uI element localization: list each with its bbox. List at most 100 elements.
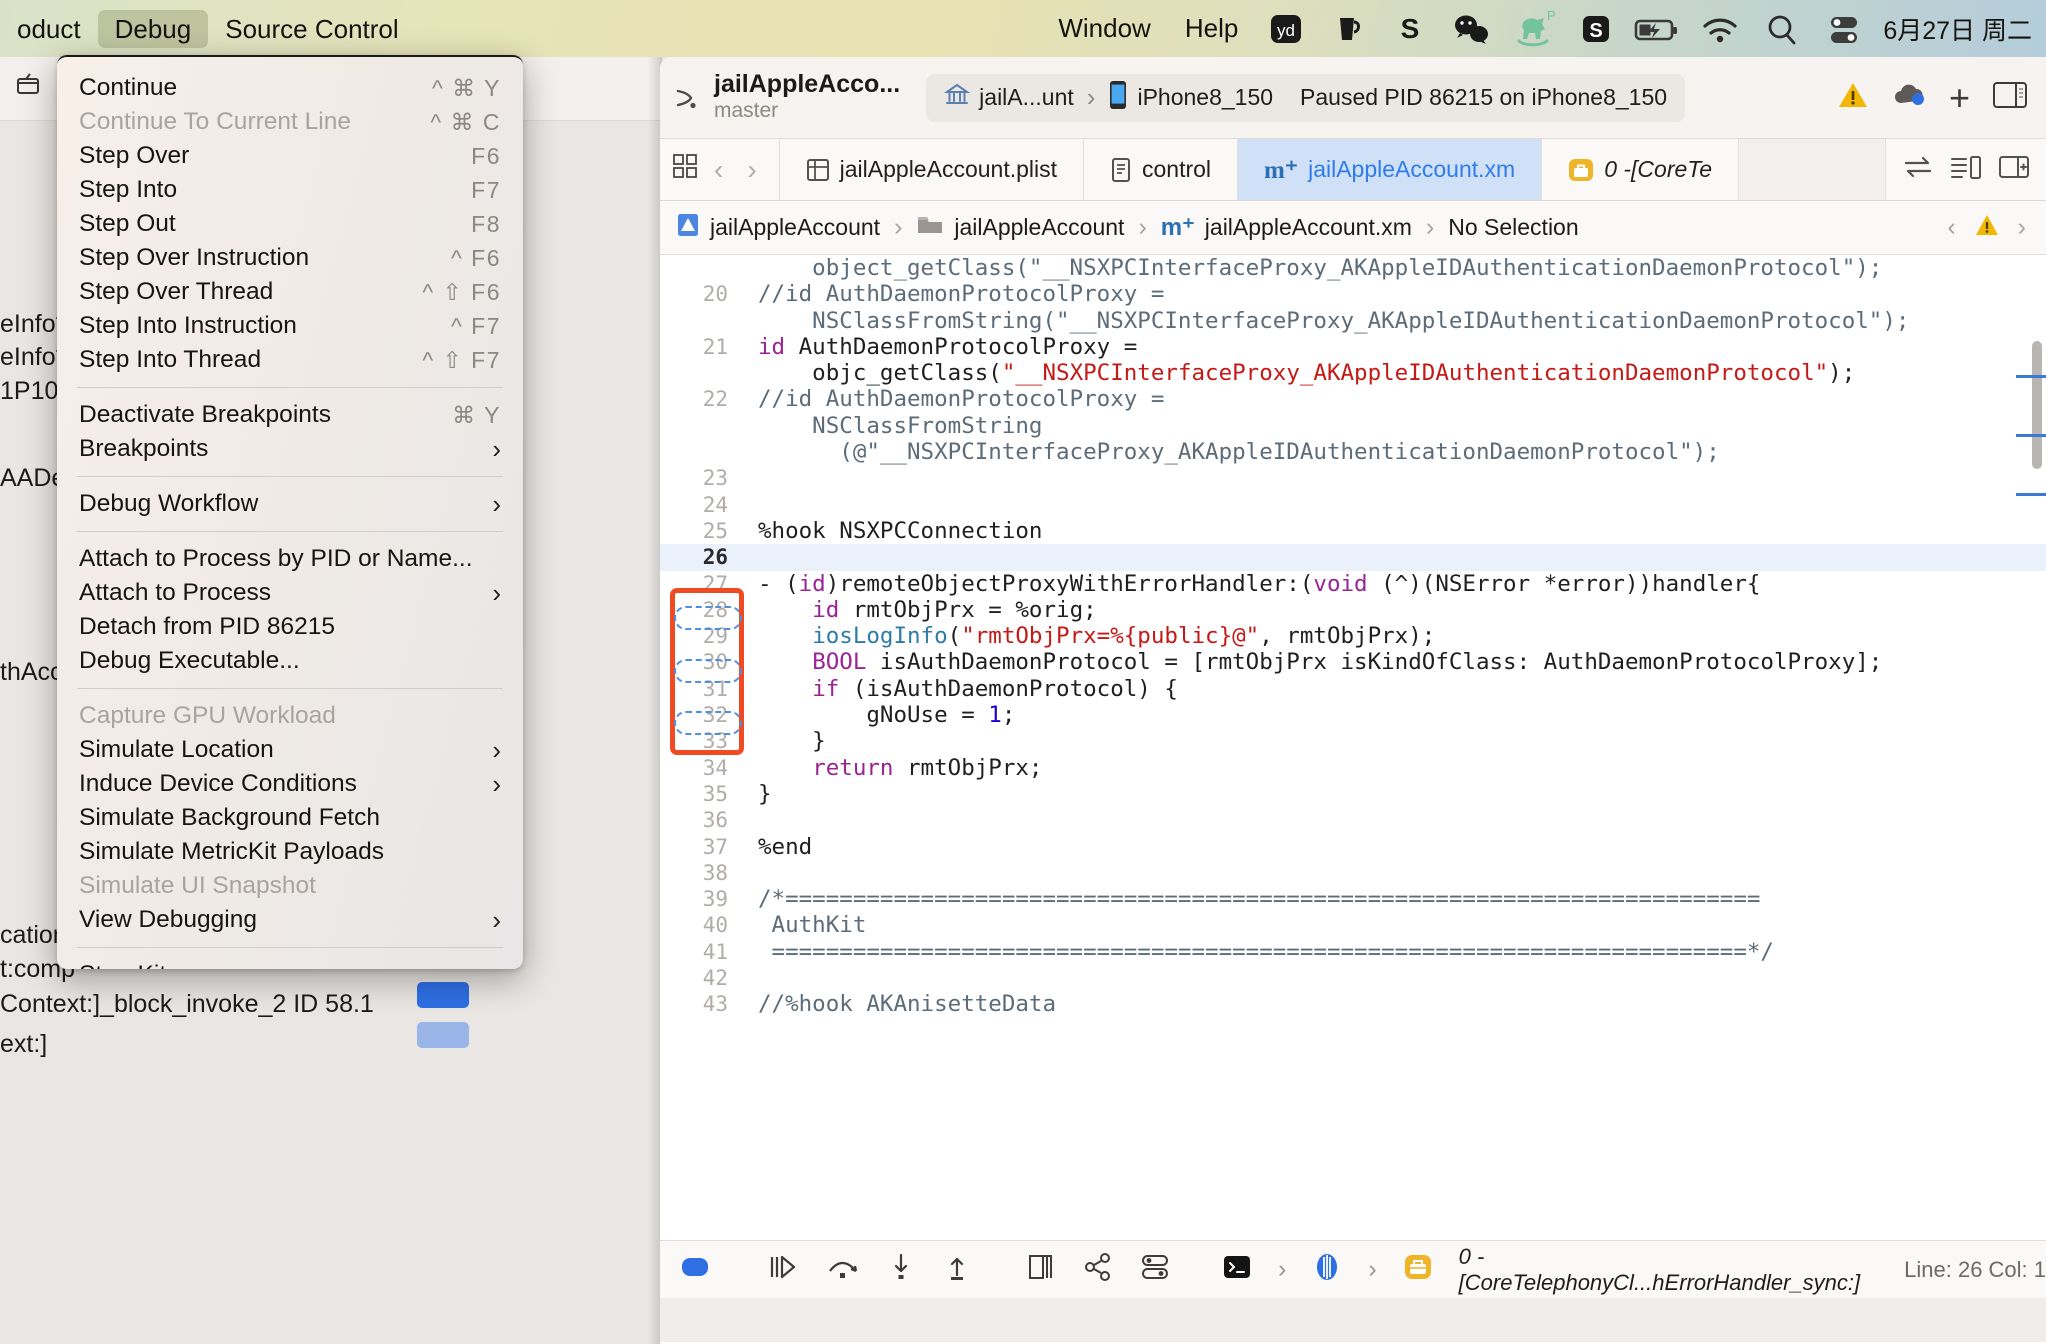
line-number[interactable]: 42: [660, 965, 744, 991]
line-number[interactable]: 23: [660, 465, 744, 491]
line-number[interactable]: 35: [660, 781, 744, 807]
related-items-icon[interactable]: [672, 153, 700, 186]
step-over-button[interactable]: [826, 1253, 860, 1287]
breadcrumb-item-3[interactable]: No Selection: [1448, 214, 1578, 241]
line-number[interactable]: 25: [660, 518, 744, 544]
console-icon[interactable]: [1222, 1253, 1252, 1287]
line-number[interactable]: 26: [660, 544, 744, 570]
youdao-dictionary-icon[interactable]: yd: [1255, 9, 1317, 49]
cloud-status-icon[interactable]: [1891, 81, 1927, 114]
debug-menu-item-step-into[interactable]: Step Into F7: [57, 173, 523, 207]
line-number[interactable]: 36: [660, 807, 744, 833]
line-number[interactable]: 21: [660, 334, 744, 360]
swap-assistant-icon[interactable]: [1902, 154, 1934, 185]
debug-menu-item-debug-executable[interactable]: Debug Executable...: [57, 644, 523, 678]
thread-icon[interactable]: [1312, 1251, 1342, 1289]
wechat-icon[interactable]: [1441, 9, 1503, 49]
debug-menu-item-debug-workflow[interactable]: Debug Workflow ›: [57, 487, 523, 521]
menu-bar-item-source-control[interactable]: Source Control: [208, 10, 415, 48]
menu-item-label: Step Over: [79, 142, 190, 169]
parallels-rocking-horse-icon[interactable]: P: [1503, 9, 1565, 49]
scheme-title[interactable]: jailAppleAcco... master: [714, 71, 900, 124]
debug-menu-item-step-over-thread[interactable]: Step Over Thread ^ ⇧ F6: [57, 275, 523, 309]
menu-item-label: Breakpoints: [79, 435, 209, 462]
line-number[interactable]: 22: [660, 386, 744, 412]
debug-menu-item-attach-to-process-by-pid-or-name[interactable]: Attach to Process by PID or Name...: [57, 542, 523, 576]
line-number[interactable]: 41: [660, 939, 744, 965]
breakpoint-marker-line-28[interactable]: [674, 605, 742, 630]
environment-overrides-button[interactable]: [1140, 1253, 1170, 1287]
view-hierarchy-button[interactable]: [1024, 1253, 1056, 1287]
warning-triangle-icon[interactable]: [1837, 80, 1869, 115]
line-number[interactable]: 39: [660, 886, 744, 912]
breakpoint-marker-line-32[interactable]: [674, 711, 742, 736]
navigate-forward-button[interactable]: ›: [737, 154, 766, 186]
debug-menu-item-continue[interactable]: Continue ^ ⌘ Y: [57, 71, 523, 105]
memory-graph-button[interactable]: [1082, 1252, 1114, 1287]
line-number[interactable]: 37: [660, 834, 744, 860]
continue-button[interactable]: [766, 1253, 800, 1287]
add-editor-icon[interactable]: [1998, 154, 2030, 185]
editor-tab-jailappleaccount-plist[interactable]: jailAppleAccount.plist: [779, 139, 1084, 200]
debug-menu-item-storekit[interactable]: StoreKit ›: [57, 958, 523, 970]
debug-menu-item-simulate-background-fetch[interactable]: Simulate Background Fetch: [57, 801, 523, 835]
breadcrumb-item-1[interactable]: jailAppleAccount: [954, 214, 1124, 241]
menu-bar-right-items: Window Help yd S P S 6月27日 周二: [1041, 7, 2046, 50]
battery-charging-icon[interactable]: [1627, 9, 1689, 49]
debug-menu-item-step-out[interactable]: Step Out F8: [57, 207, 523, 241]
debug-menu-item-simulate-location[interactable]: Simulate Location ›: [57, 733, 523, 767]
editor-tab-jailappleaccount-xm[interactable]: m⁺ jailAppleAccount.xm: [1238, 139, 1543, 200]
sogou-s-icon[interactable]: S: [1379, 9, 1441, 49]
debug-menu-dropdown[interactable]: Continue ^ ⌘ Y Continue To Current Line ^ ⌘…: [57, 55, 523, 969]
control-center-icon[interactable]: [1813, 9, 1875, 49]
line-number[interactable]: 38: [660, 860, 744, 886]
line-number[interactable]: 40: [660, 912, 744, 938]
debug-menu-item-deactivate-breakpoints[interactable]: Deactivate Breakpoints ⌘ Y: [57, 398, 523, 432]
menu-bar-item-oduct[interactable]: oduct: [0, 10, 98, 48]
debug-menu-item-step-into-instruction[interactable]: Step Into Instruction ^ F7: [57, 309, 523, 343]
breadcrumb-item-2[interactable]: jailAppleAccount.xm: [1205, 214, 1412, 241]
line-number[interactable]: 20: [660, 281, 744, 307]
menu-window[interactable]: Window: [1041, 7, 1167, 50]
destination-selector[interactable]: jailA...unt › iPhone8_150 Paused PID 862…: [926, 73, 1686, 122]
code-line: 36: [660, 807, 2046, 833]
right-panel-toggle-icon[interactable]: [1992, 80, 2028, 115]
issue-next-button[interactable]: ›: [2018, 213, 2026, 242]
navigate-back-button[interactable]: ‹: [704, 154, 733, 186]
debug-menu-item-attach-to-process[interactable]: Attach to Process ›: [57, 576, 523, 610]
menu-bar-item-debug[interactable]: Debug: [97, 9, 209, 48]
breadcrumb-item-0[interactable]: jailAppleAccount: [710, 214, 880, 241]
step-out-button[interactable]: [942, 1253, 972, 1287]
editor-tab-0-corete[interactable]: 0 -[CoreTe: [1542, 139, 1739, 200]
spotlight-search-icon[interactable]: [1751, 9, 1813, 49]
line-number[interactable]: 24: [660, 492, 744, 518]
debug-frame-label[interactable]: 0 -[CoreTelephonyCl...hErrorHandler_sync…: [1459, 1244, 1861, 1296]
line-number[interactable]: 34: [660, 755, 744, 781]
wifi-icon[interactable]: [1689, 9, 1751, 49]
step-into-button[interactable]: [886, 1253, 916, 1287]
warning-triangle-icon[interactable]: [1974, 213, 2000, 243]
coffee-pitcher-icon[interactable]: [1317, 9, 1379, 49]
line-number[interactable]: 43: [660, 991, 744, 1017]
tab-label: control: [1142, 156, 1212, 182]
debug-menu-item-detach-from-pid-86215[interactable]: Detach from PID 86215: [57, 610, 523, 644]
stop-button[interactable]: [680, 1254, 714, 1286]
debug-menu-item-breakpoints[interactable]: Breakpoints ›: [57, 432, 523, 466]
menu-help[interactable]: Help: [1168, 7, 1255, 50]
editor-tab-control[interactable]: control: [1084, 139, 1239, 200]
code-editor[interactable]: object_getClass("__NSXPCInterfaceProxy_A…: [660, 255, 2046, 1240]
debug-menu-item-step-into-thread[interactable]: Step Into Thread ^ ⇧ F7: [57, 343, 523, 377]
archive-box-icon[interactable]: [16, 72, 46, 105]
breakpoint-marker-line-30[interactable]: [674, 658, 742, 683]
debug-menu-item-simulate-metrickit-payloads[interactable]: Simulate MetricKit Payloads: [57, 835, 523, 869]
minimap-toggle-icon[interactable]: [1950, 154, 1982, 185]
scheme-icon[interactable]: [670, 81, 704, 115]
debug-menu-item-view-debugging[interactable]: View Debugging ›: [57, 903, 523, 937]
sogou-input-icon[interactable]: S: [1565, 9, 1627, 49]
issue-prev-button[interactable]: ‹: [1947, 213, 1955, 242]
debug-menu-item-step-over[interactable]: Step Over F6: [57, 139, 523, 173]
add-button[interactable]: +: [1949, 79, 1970, 116]
debug-menu-item-induce-device-conditions[interactable]: Induce Device Conditions ›: [57, 767, 523, 801]
debug-menu-item-step-over-instruction[interactable]: Step Over Instruction ^ F6: [57, 241, 523, 275]
menu-bar-clock[interactable]: 6月27日 周二: [1875, 11, 2032, 47]
